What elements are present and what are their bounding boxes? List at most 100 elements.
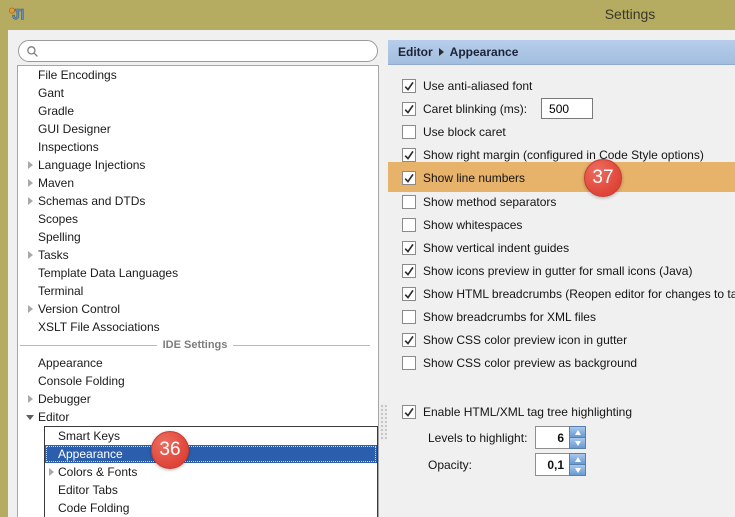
setting-label: Show icons preview in gutter for small i… (423, 264, 692, 278)
sidebar-item-debugger[interactable]: Debugger (18, 390, 378, 408)
sidebar-item-label: Editor Tabs (58, 483, 118, 497)
checkbox-use-anti-aliased-font[interactable] (402, 79, 416, 93)
ide-settings-separator: IDE Settings (18, 336, 378, 354)
sidebar-item-editor[interactable]: Editor (18, 408, 378, 426)
spinner-value[interactable]: 0,1 (535, 453, 569, 476)
checkbox-show-vertical-indent-guides[interactable] (402, 241, 416, 255)
settings-row-show-html-breadcrumbs-reopen-editor-for-: Show HTML breadcrumbs (Reopen editor for… (388, 282, 735, 305)
sidebar-item-file-encodings[interactable]: File Encodings (18, 66, 378, 84)
sidebar-item-tasks[interactable]: Tasks (18, 246, 378, 264)
sidebar-item-gui-designer[interactable]: GUI Designer (18, 120, 378, 138)
sidebar-item-label: Spelling (38, 230, 81, 244)
settings-row-use-block-caret: Use block caret (388, 120, 735, 143)
spin-up-button[interactable] (570, 454, 585, 465)
sidebar-item-appearance[interactable]: Appearance (45, 445, 377, 463)
caret-blinking-input[interactable] (541, 98, 593, 119)
checkbox-show-icons-preview-in-gutter-for-small-i[interactable] (402, 264, 416, 278)
checkmark-icon (403, 149, 415, 161)
checkmark-icon (403, 288, 415, 300)
sidebar-item-label: Console Folding (38, 374, 125, 388)
tree-collapsed-icon[interactable] (45, 468, 58, 476)
sidebar-item-label: Maven (38, 176, 74, 190)
setting-label: Show line numbers (423, 171, 525, 185)
sidebar-item-xslt-file-associations[interactable]: XSLT File Associations (18, 318, 378, 336)
tree-expanded-icon[interactable] (22, 415, 38, 420)
sidebar-item-spelling[interactable]: Spelling (18, 228, 378, 246)
settings-search[interactable] (18, 40, 378, 62)
sidebar-item-label: GUI Designer (38, 122, 111, 136)
sidebar-item-label: Language Injections (38, 158, 145, 172)
settings-row-show-css-color-preview-icon-in-gutter: Show CSS color preview icon in gutter (388, 328, 735, 351)
sidebar-item-editor-tabs[interactable]: Editor Tabs (45, 481, 377, 499)
checkbox-show-css-color-preview-as-background[interactable] (402, 356, 416, 370)
sidebar-item-maven[interactable]: Maven (18, 174, 378, 192)
down-arrow-icon (575, 468, 581, 473)
checkbox-enable-html-xml-tag-tree-highlighting[interactable] (402, 405, 416, 419)
spinner-levels-to-highlight[interactable]: 6 (535, 426, 586, 449)
sidebar-item-label: Debugger (38, 392, 91, 406)
sidebar-item-label: Scopes (38, 212, 78, 226)
tree-collapsed-icon[interactable] (22, 197, 38, 205)
checkbox-show-method-separators[interactable] (402, 195, 416, 209)
breadcrumb-parent: Editor (398, 45, 433, 59)
spinner-value[interactable]: 6 (535, 426, 569, 449)
checkbox-show-right-margin-configured-in-code-sty[interactable] (402, 148, 416, 162)
settings-row-show-vertical-indent-guides: Show vertical indent guides (388, 236, 735, 259)
sidebar-item-label: Appearance (38, 356, 103, 370)
checkmark-icon (403, 172, 415, 184)
checkbox-caret-blinking-ms[interactable] (402, 102, 416, 116)
setting-label: Show right margin (configured in Code St… (423, 148, 704, 162)
checkbox-show-whitespaces[interactable] (402, 218, 416, 232)
spin-down-button[interactable] (570, 465, 585, 475)
settings-row-show-line-numbers: Show line numbers (388, 166, 735, 189)
sidebar-item-template-data-languages[interactable]: Template Data Languages (18, 264, 378, 282)
sidebar-item-language-injections[interactable]: Language Injections (18, 156, 378, 174)
tree-collapsed-icon[interactable] (22, 179, 38, 187)
spin-up-button[interactable] (570, 427, 585, 438)
sidebar-item-gant[interactable]: Gant (18, 84, 378, 102)
sidebar-item-label: Tasks (38, 248, 69, 262)
checkbox-show-html-breadcrumbs-reopen-editor-for-[interactable] (402, 287, 416, 301)
sidebar-item-console-folding[interactable]: Console Folding (18, 372, 378, 390)
sidebar-item-appearance[interactable]: Appearance (18, 354, 378, 372)
setting-label: Caret blinking (ms): (423, 102, 527, 116)
checkbox-use-block-caret[interactable] (402, 125, 416, 139)
setting-label: Opacity: (428, 458, 472, 472)
checkmark-icon (403, 334, 415, 346)
sidebar-item-smart-keys[interactable]: Smart Keys (45, 427, 377, 445)
sidebar-item-label: Colors & Fonts (58, 465, 137, 479)
checkbox-show-breadcrumbs-for-xml-files[interactable] (402, 310, 416, 324)
sidebar-item-gradle[interactable]: Gradle (18, 102, 378, 120)
sidebar-item-scopes[interactable]: Scopes (18, 210, 378, 228)
sidebar-item-label: Terminal (38, 284, 83, 298)
sidebar-item-version-control[interactable]: Version Control (18, 300, 378, 318)
checkbox-show-line-numbers[interactable] (402, 171, 416, 185)
tree-scrollbar-thumb[interactable] (380, 404, 387, 441)
intellij-logo-icon (8, 6, 26, 24)
up-arrow-icon (575, 457, 581, 462)
checkmark-icon (403, 80, 415, 92)
sidebar-item-inspections[interactable]: Inspections (18, 138, 378, 156)
spin-down-button[interactable] (570, 438, 585, 448)
tree-collapsed-icon[interactable] (22, 161, 38, 169)
tree-collapsed-icon[interactable] (22, 305, 38, 313)
sidebar-item-label: Inspections (38, 140, 99, 154)
spinner-opacity[interactable]: 0,1 (535, 453, 586, 476)
search-input[interactable] (43, 43, 377, 59)
tree-collapsed-icon[interactable] (22, 395, 38, 403)
sidebar-item-colors-fonts[interactable]: Colors & Fonts (45, 463, 377, 481)
settings-row-show-breadcrumbs-for-xml-files: Show breadcrumbs for XML files (388, 305, 735, 328)
sidebar-item-label: Appearance (58, 447, 123, 461)
spinner-buttons (569, 453, 586, 476)
editor-children-annotation-box: Smart Keys Appearance Colors & Fonts Editor… (44, 426, 378, 517)
sidebar-item-code-folding[interactable]: Code Folding (45, 499, 377, 517)
separator-label: IDE Settings (163, 339, 228, 351)
sidebar-item-schemas-and-dtds[interactable]: Schemas and DTDs (18, 192, 378, 210)
sidebar-item-terminal[interactable]: Terminal (18, 282, 378, 300)
editor-appearance-panel: Editor Appearance Use anti-aliased fontC… (388, 40, 735, 517)
checkbox-show-css-color-preview-icon-in-gutter[interactable] (402, 333, 416, 347)
sidebar-item-label: Version Control (38, 302, 120, 316)
settings-dialog: Settings File EncodingsGantGradleGUI Des… (0, 0, 735, 517)
sidebar-item-label: Gradle (38, 104, 74, 118)
tree-collapsed-icon[interactable] (22, 251, 38, 259)
